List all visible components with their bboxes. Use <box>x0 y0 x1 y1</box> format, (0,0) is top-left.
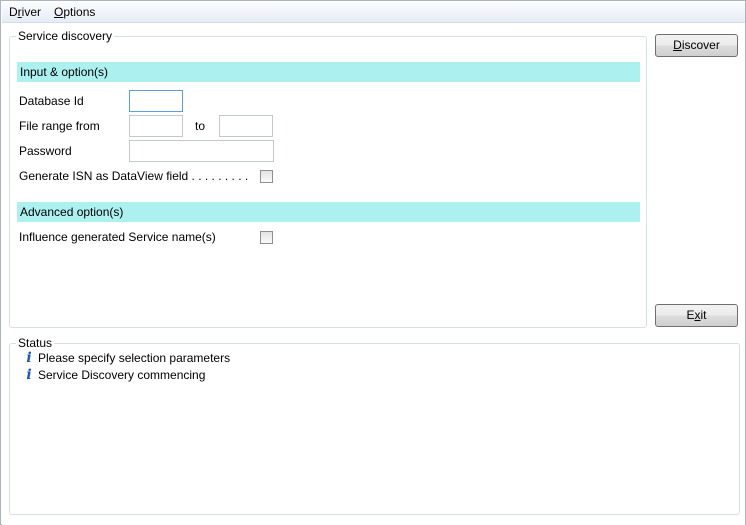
menu-options[interactable]: Options <box>54 5 95 19</box>
generate-isn-label: Generate ISN as DataView field . . . . .… <box>19 169 249 183</box>
exit-button[interactable]: Exit <box>655 304 738 327</box>
menu-bar: Driver Options <box>2 2 745 23</box>
discover-button[interactable]: Discover <box>655 34 738 57</box>
input-options-header: Input & option(s) <box>17 62 640 82</box>
generate-isn-checkbox[interactable] <box>260 170 273 183</box>
to-label: to <box>195 119 206 133</box>
password-label: Password <box>19 144 72 158</box>
menu-driver[interactable]: Driver <box>9 5 41 19</box>
file-range-from-label: File range from <box>19 119 100 133</box>
advanced-options-header: Advanced option(s) <box>17 202 640 222</box>
info-icon: i <box>26 350 32 366</box>
status-message: i Please specify selection parameters <box>24 350 230 366</box>
content-area: Service discovery Input & option(s) Data… <box>2 23 745 525</box>
influence-service-name-label: Influence generated Service name(s) <box>19 230 216 244</box>
file-range-from-field[interactable] <box>129 115 183 137</box>
service-discovery-title: Service discovery <box>16 29 115 43</box>
database-id-label: Database Id <box>19 94 84 108</box>
database-id-field[interactable] <box>129 90 183 112</box>
info-icon: i <box>26 367 32 383</box>
main-window: Driver Options Service discovery Input &… <box>0 0 746 525</box>
influence-service-name-checkbox[interactable] <box>260 231 273 244</box>
file-range-to-field[interactable] <box>219 115 273 137</box>
status-message: i Service Discovery commencing <box>24 367 205 383</box>
password-field[interactable] <box>129 140 274 162</box>
status-title: Status <box>16 336 55 350</box>
